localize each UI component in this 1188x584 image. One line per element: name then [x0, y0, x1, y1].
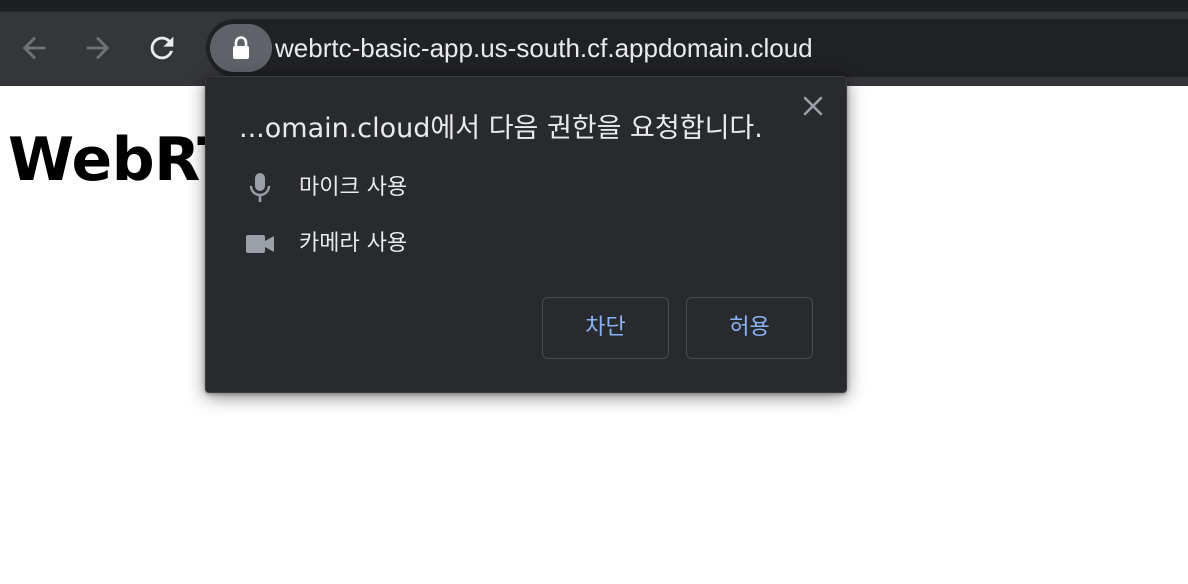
reload-icon — [150, 36, 174, 60]
forward-button[interactable] — [76, 26, 120, 70]
reload-button[interactable] — [140, 26, 184, 70]
allow-button[interactable]: 허용 — [686, 297, 813, 359]
window-top-strip — [0, 0, 1188, 11]
permission-item-camera: 카메라 사용 — [242, 224, 642, 264]
close-icon — [803, 96, 823, 116]
block-button[interactable]: 차단 — [542, 297, 669, 359]
popup-title: ...omain.cloud에서 다음 권한을 요청합니다. — [239, 113, 763, 144]
close-button[interactable] — [798, 91, 828, 121]
permission-popup: ...omain.cloud에서 다음 권한을 요청합니다. 마이크 사용 카메… — [205, 76, 847, 393]
arrow-right-icon — [86, 36, 110, 60]
lock-icon — [233, 36, 249, 59]
camera-icon — [242, 224, 278, 264]
browser-toolbar: webrtc-basic-app.us-south.cf.appdomain.c… — [0, 11, 1188, 86]
arrow-left-icon — [22, 36, 46, 60]
permission-item-microphone: 마이크 사용 — [242, 168, 642, 208]
back-button[interactable] — [12, 26, 56, 70]
microphone-icon — [242, 168, 278, 208]
site-info-button[interactable] — [210, 24, 272, 72]
permission-label-camera: 카메라 사용 — [299, 231, 408, 256]
address-bar[interactable]: webrtc-basic-app.us-south.cf.appdomain.c… — [206, 19, 1188, 77]
permission-label-microphone: 마이크 사용 — [299, 175, 408, 200]
url-text: webrtc-basic-app.us-south.cf.appdomain.c… — [275, 33, 813, 63]
